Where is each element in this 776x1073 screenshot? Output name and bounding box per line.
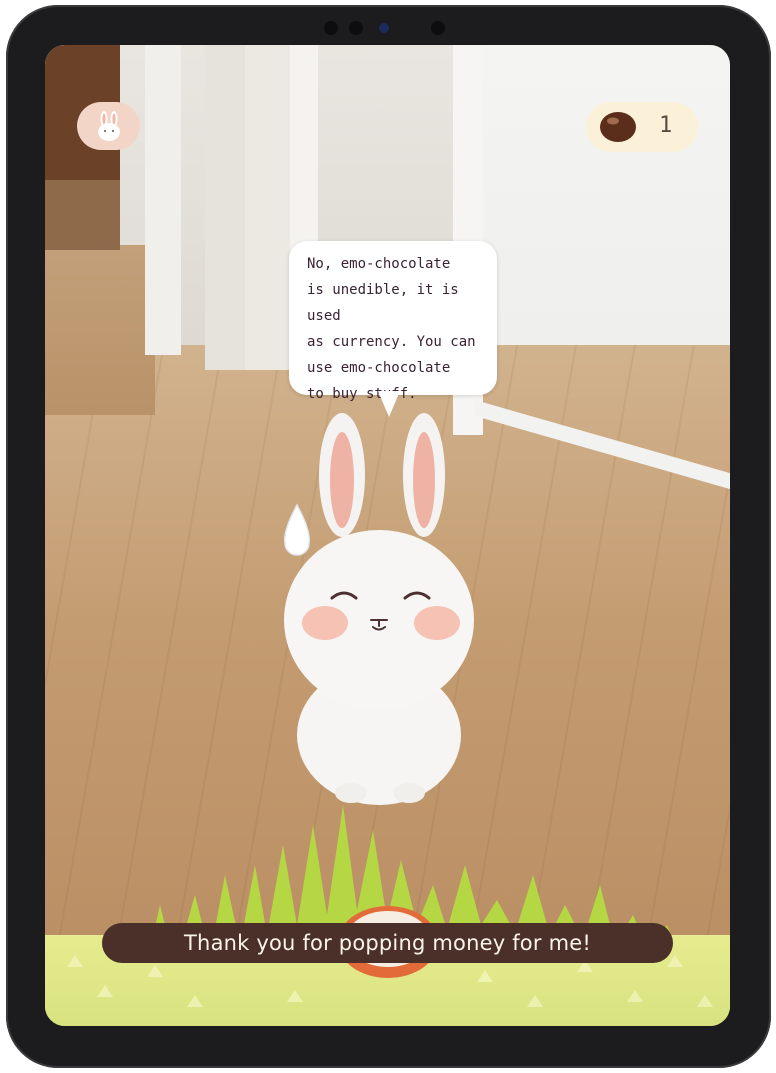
ar-camera-view: 1 No, emo-chocolate is unedible, it is u… — [45, 45, 730, 1026]
sensor-dot — [349, 21, 363, 35]
message-toast: Thank you for popping money for me! — [102, 923, 673, 963]
currency-counter[interactable]: 1 — [586, 102, 698, 152]
currency-count: 1 — [659, 113, 673, 138]
speech-bubble: No, emo-chocolate is unedible, it is use… — [289, 241, 497, 402]
camera-icon — [379, 23, 389, 33]
sensor-dot — [324, 21, 338, 35]
speech-line: is unedible, it is used — [307, 282, 459, 324]
cabinet-base — [45, 180, 120, 250]
sensor-dot — [431, 21, 445, 35]
hallway-floor — [45, 245, 155, 415]
sweat-drop-icon — [284, 503, 310, 556]
door-frame — [205, 45, 245, 370]
speech-line: as currency. You can — [307, 334, 476, 350]
bunny-character[interactable] — [277, 405, 487, 805]
toast-text: Thank you for popping money for me! — [184, 931, 591, 955]
doorway — [245, 45, 290, 370]
chocolate-bean-icon — [600, 112, 636, 142]
speech-text: No, emo-chocolate is unedible, it is use… — [307, 251, 487, 407]
speech-line: use emo-chocolate — [307, 360, 451, 376]
bunny-face-icon — [97, 111, 120, 141]
door-frame — [145, 45, 181, 355]
speech-line: No, emo-chocolate — [307, 256, 451, 272]
profile-button[interactable] — [77, 102, 140, 150]
